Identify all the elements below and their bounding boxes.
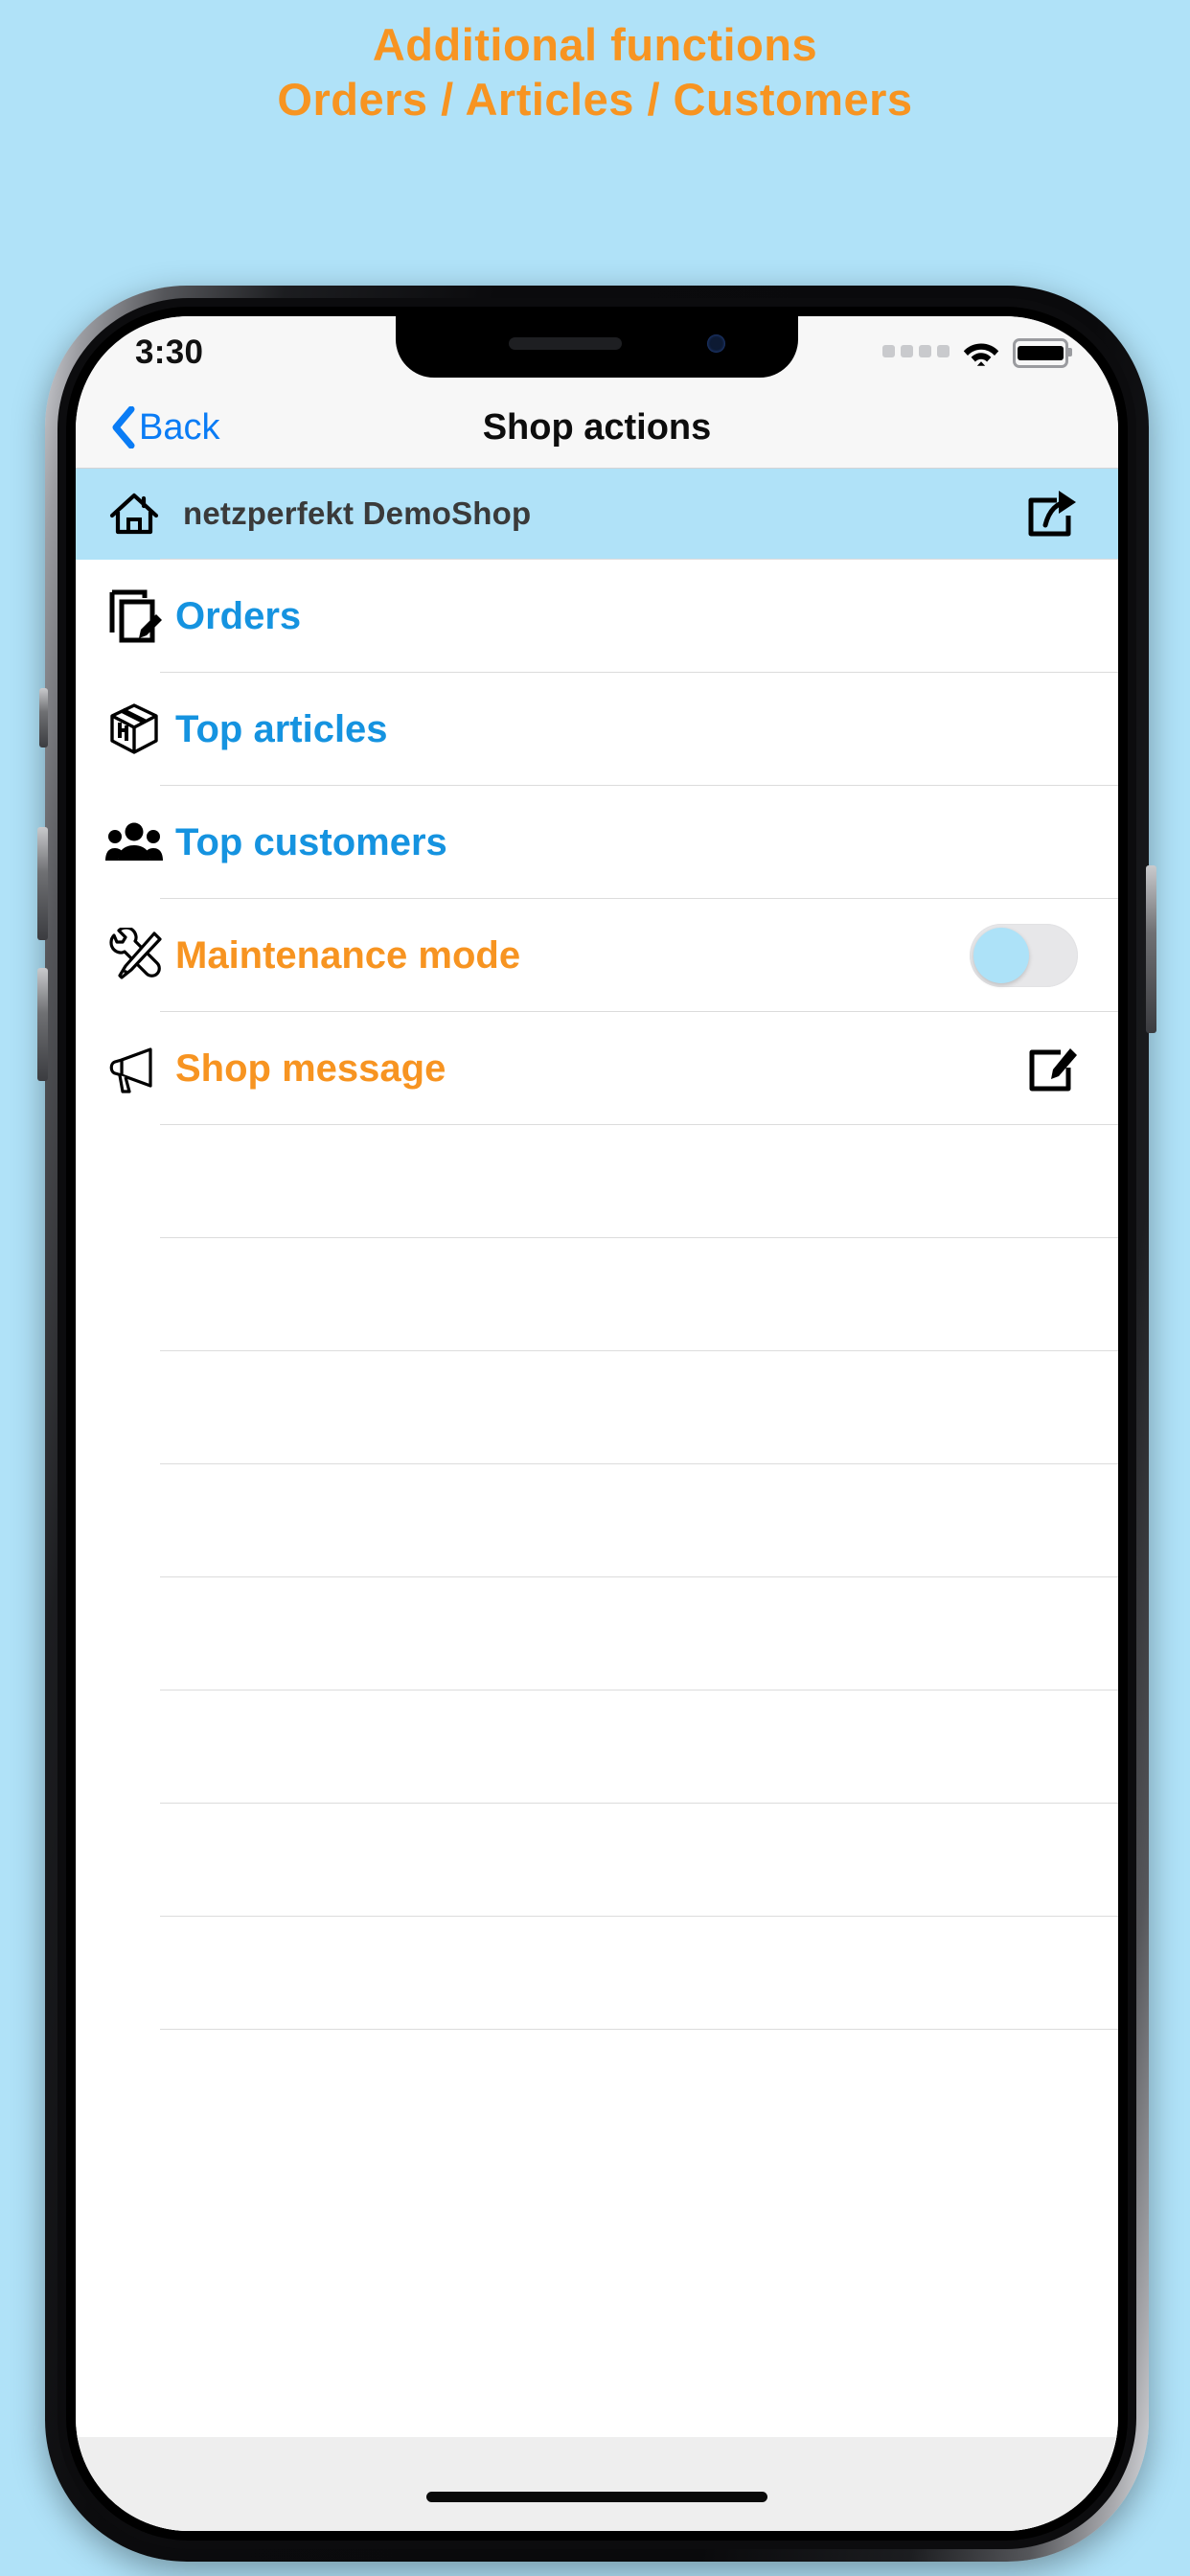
- list-item-label: Orders: [175, 594, 302, 637]
- shop-name: netzperfekt DemoShop: [183, 495, 532, 531]
- earpiece-speaker: [509, 337, 622, 350]
- wrench-screwdriver-icon: [76, 928, 175, 983]
- empty-row: [76, 1238, 1118, 1351]
- share-button[interactable]: [1024, 489, 1078, 539]
- documents-edit-icon: [76, 588, 175, 644]
- list-item-shop-message[interactable]: Shop message: [76, 1012, 1118, 1125]
- navigation-bar: Back Shop actions: [76, 387, 1118, 469]
- mute-switch[interactable]: [39, 688, 48, 748]
- notch: [396, 316, 798, 378]
- volume-up-button[interactable]: [37, 827, 48, 940]
- list-item-maintenance-mode[interactable]: Maintenance mode: [76, 899, 1118, 1012]
- empty-row: [76, 1351, 1118, 1464]
- empty-row: [76, 1125, 1118, 1238]
- list-item-orders[interactable]: Orders: [76, 560, 1118, 673]
- page-title: Shop actions: [482, 406, 712, 448]
- people-group-icon: [76, 820, 175, 864]
- toggle-knob: [973, 928, 1029, 983]
- share-icon: [1028, 491, 1076, 537]
- home-icon: [76, 487, 175, 540]
- list-item-label: Top customers: [175, 820, 447, 863]
- wifi-icon: [963, 343, 999, 366]
- list-item-top-customers[interactable]: Top customers: [76, 786, 1118, 899]
- compose-icon: [1029, 1048, 1077, 1092]
- empty-row: [76, 1690, 1118, 1804]
- signal-dots-icon: [882, 345, 950, 360]
- list-item-label: Top articles: [175, 707, 388, 750]
- compose-message-button[interactable]: [1024, 1043, 1078, 1094]
- status-time: 3:30: [135, 334, 204, 371]
- front-camera: [707, 334, 725, 353]
- empty-row: [76, 1464, 1118, 1577]
- status-indicators: [882, 335, 1072, 370]
- empty-row: [76, 1917, 1118, 2030]
- promo-header: Additional functions Orders / Articles /…: [0, 0, 1190, 127]
- phone-mockup: 3:30 Back Shop actions netzperfekt DemoS…: [37, 286, 1156, 2562]
- empty-row: [76, 1577, 1118, 1690]
- volume-down-button[interactable]: [37, 968, 48, 1081]
- battery-full-icon: [1013, 337, 1072, 368]
- shop-actions-list: netzperfekt DemoShop Orders Top articles…: [76, 468, 1118, 2531]
- package-box-icon: [76, 702, 175, 757]
- megaphone-icon: [76, 1044, 175, 1093]
- list-item-label: Maintenance mode: [175, 933, 521, 977]
- list-item-shop[interactable]: netzperfekt DemoShop: [76, 468, 1118, 560]
- home-bar-area: [76, 2437, 1118, 2531]
- list-item-top-articles[interactable]: Top articles: [76, 673, 1118, 786]
- phone-screen: 3:30 Back Shop actions netzperfekt DemoS…: [76, 316, 1118, 2531]
- promo-subtitle: Orders / Articles / Customers: [277, 74, 913, 126]
- empty-row: [76, 1804, 1118, 1917]
- home-indicator[interactable]: [426, 2492, 767, 2502]
- maintenance-mode-toggle[interactable]: [970, 924, 1078, 987]
- promo-title: Additional functions: [372, 19, 818, 70]
- toggle-track[interactable]: [970, 924, 1078, 987]
- list-item-label: Shop message: [175, 1046, 446, 1090]
- power-button[interactable]: [1146, 865, 1156, 1033]
